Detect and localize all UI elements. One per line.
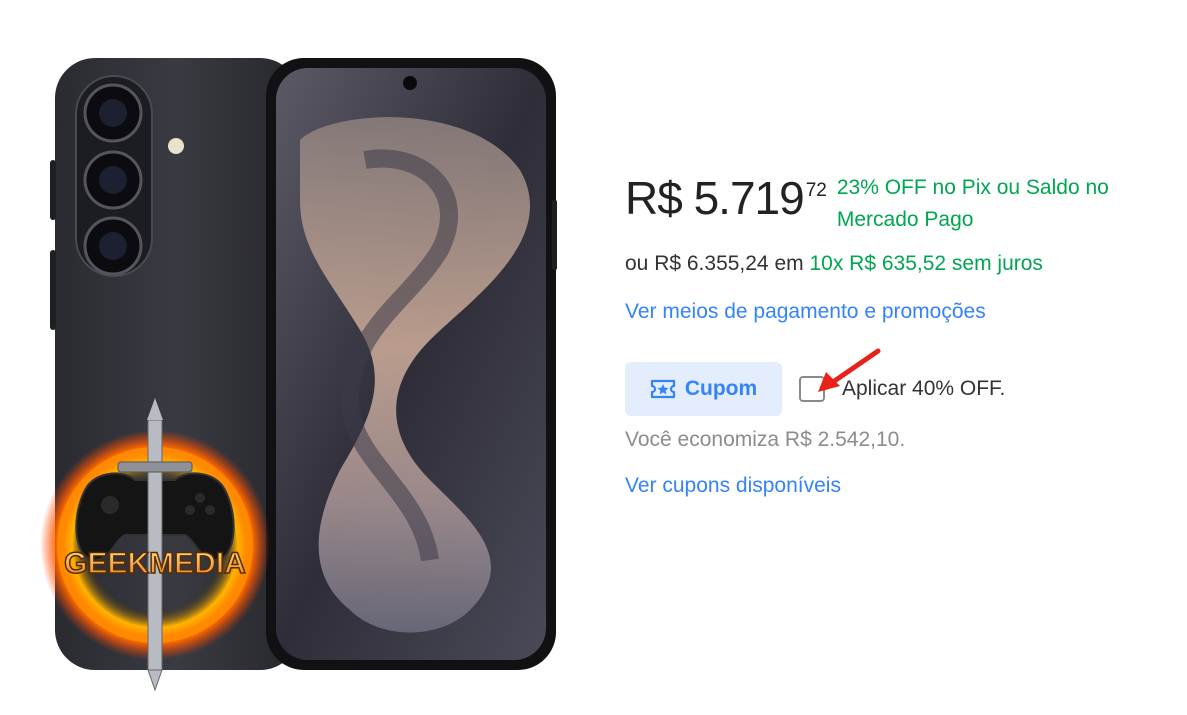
ticket-star-icon — [650, 379, 676, 399]
red-arrow-icon — [812, 346, 884, 401]
installments-detail: 10x R$ 635,52 sem juros — [809, 252, 1043, 275]
installments: ou R$ 6.355,24 em 10x R$ 635,52 sem juro… — [625, 250, 1165, 278]
product-image[interactable]: GEEKMEDIA — [0, 0, 600, 715]
coupon-button[interactable]: Cupom — [625, 362, 782, 416]
product-page: GEEKMEDIA R$ 5.719 72 23% OFF no Pix ou … — [0, 0, 1187, 715]
watermark-text: GEEKMEDIA — [64, 547, 246, 580]
savings-text: Você economiza R$ 2.542,10. — [625, 428, 906, 451]
phone-illustration: GEEKMEDIA — [40, 58, 557, 692]
price-panel: R$ 5.719 72 23% OFF no Pix ou Saldo no M… — [625, 168, 1165, 500]
payment-methods-link[interactable]: Ver meios de pagamento e promoções — [625, 298, 1165, 326]
installments-prefix: ou R$ 6.355,24 em — [625, 252, 804, 275]
coupon-row: Cupom Aplicar 40% OFF. — [625, 362, 1165, 416]
main-price-row: R$ 5.719 72 23% OFF no Pix ou Saldo no M… — [625, 168, 1165, 236]
pix-discount: 23% OFF no Pix ou Saldo no Mercado Pago — [836, 176, 1109, 231]
price: R$ 5.719 72 — [625, 168, 827, 228]
available-coupons-link[interactable]: Ver cupons disponíveis — [625, 472, 1165, 500]
price-cents: 72 — [805, 180, 827, 201]
price-value: R$ 5.719 — [625, 172, 805, 224]
coupon-button-label: Cupom — [684, 377, 758, 400]
